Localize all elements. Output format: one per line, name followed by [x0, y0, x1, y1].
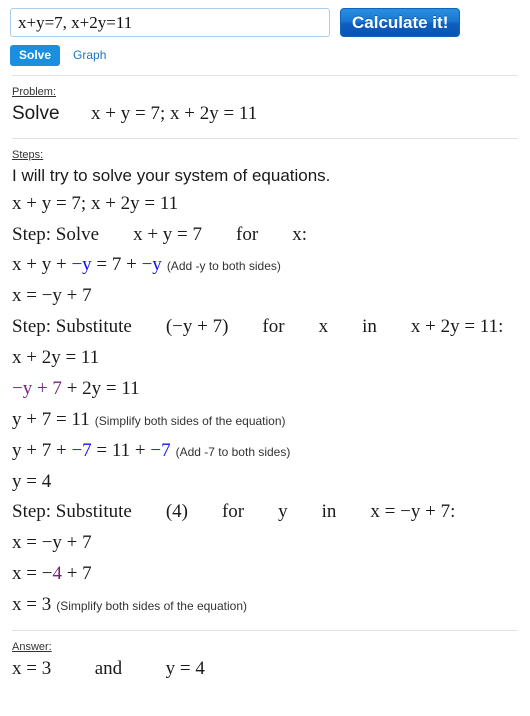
step-subject: x	[318, 316, 329, 338]
step-note: (Simplify both sides of the equation)	[56, 599, 247, 614]
step-note: (Add -y to both sides)	[166, 259, 281, 274]
step-subject: x:	[292, 223, 307, 245]
step-highlight-2: −y	[141, 254, 162, 276]
step-prep: for	[262, 316, 285, 338]
step-expr-pre: x + y +	[12, 254, 72, 276]
step-expr-post: + 7	[61, 563, 92, 585]
step-target: x + y = 7	[133, 223, 203, 245]
step-note: (Add -7 to both sides)	[175, 444, 291, 459]
step-line-subst-4: x = −4 + 7	[12, 559, 518, 590]
step-line-step2-head: Step: Substitute (−y + 7) for x in x + 2y = 1…	[12, 312, 518, 343]
problem-label: Problem:	[12, 86, 57, 98]
step-line-step1-head: Step: Solve x + y = 7 for x:	[12, 220, 518, 251]
step-target-2: x + 2y = 11:	[410, 316, 504, 338]
step-expr-mid: = 11 +	[91, 439, 151, 461]
step-line-x-value: x = 3 (Simplify both sides of the equatio…	[12, 590, 518, 621]
calculate-button[interactable]: Calculate it!	[340, 8, 461, 37]
step-highlight: −7	[71, 439, 92, 461]
divider-top	[12, 75, 518, 76]
step-expr: y + 7 = 11	[12, 408, 90, 430]
step-prep: for	[236, 223, 259, 245]
step-highlight: −y	[71, 254, 92, 276]
step-line-restate: x + y = 7; x + 2y = 11	[12, 189, 518, 220]
step-prep-2: in	[321, 501, 337, 523]
tab-graph[interactable]: Graph	[64, 45, 115, 66]
problem-expression: x + y = 7; x + 2y = 11	[91, 103, 258, 124]
step-prep-2: in	[362, 316, 377, 338]
answer-label: Answer:	[12, 640, 52, 653]
step-expr-pre: y + 7 +	[12, 439, 72, 461]
step-expr: x + y = 7; x + 2y = 11	[12, 192, 179, 214]
step-note: (Simplify both sides of the equation)	[94, 413, 286, 428]
step-line-eq2: x + 2y = 11	[12, 343, 518, 374]
step-verb: Step: Substitute	[12, 316, 132, 338]
answer-y: y = 4	[165, 657, 205, 679]
divider-problem-steps	[12, 137, 518, 139]
step-highlight: −y + 7	[12, 377, 62, 399]
step-expr: x + 2y = 11	[12, 347, 100, 369]
step-line-step3-head: Step: Substitute (4) for y in x = −y + 7:	[12, 497, 518, 528]
step-target: (−y + 7)	[165, 316, 229, 338]
step-target-2: x = −y + 7:	[370, 501, 456, 523]
steps-list: x + y = 7; x + 2y = 11 Step: Solve x + y =…	[12, 189, 518, 621]
problem-statement: Solve x + y = 7; x + 2y = 11	[12, 100, 518, 129]
query-bar: Calculate it!	[0, 0, 530, 37]
step-expr: x = 3	[12, 594, 52, 616]
step-verb: Step: Substitute	[12, 501, 132, 523]
step-line-y-value: y = 4	[12, 467, 518, 498]
step-expr: x = −y + 7	[12, 532, 92, 554]
step-highlight-2: −7	[150, 439, 171, 461]
step-line-x-expr: x = −y + 7	[12, 528, 518, 559]
answer-conjunction: and	[94, 657, 123, 679]
step-prep: for	[221, 501, 245, 523]
step-line-subst-2: −y + 7 + 2y = 11	[12, 374, 518, 405]
tab-solve[interactable]: Solve	[10, 45, 61, 66]
answer-section: Answer: x = 3 and y = 4	[0, 641, 530, 684]
steps-intro: I will try to solve your system of equat…	[12, 165, 331, 185]
steps-label: Steps:	[12, 148, 44, 161]
step-expr: x = −y + 7	[12, 285, 92, 307]
step-target: (4)	[165, 501, 188, 523]
step-expr: y = 4	[12, 470, 52, 492]
step-line-add-neg-7: y + 7 + −7 = 11 + −7 (Add -7 to both side…	[12, 436, 518, 467]
expression-input[interactable]	[10, 8, 330, 37]
step-expr-post: + 2y = 11	[61, 377, 140, 399]
step-expr-pre: x = −	[12, 563, 53, 585]
problem-verb: Solve	[12, 103, 60, 124]
answer-x: x = 3	[12, 657, 52, 679]
step-line-solved-x: x = −y + 7	[12, 281, 518, 312]
step-highlight: 4	[52, 563, 62, 585]
mode-tabs: Solve Graph	[0, 37, 530, 66]
problem-section: Problem: Solve x + y = 7; x + 2y = 11	[0, 86, 530, 129]
step-expr-mid: = 7 +	[91, 254, 142, 276]
step-line-simplify-1: y + 7 = 11 (Simplify both sides of the eq…	[12, 405, 518, 436]
step-subject: y	[278, 501, 288, 523]
answer-statement: x = 3 and y = 4	[12, 655, 518, 684]
step-line-add-neg-y: x + y + −y = 7 + −y (Add -y to both sides…	[12, 250, 518, 281]
steps-section: Steps: I will try to solve your system o…	[0, 149, 530, 621]
divider-steps-answer	[12, 629, 518, 631]
step-verb: Step: Solve	[12, 223, 100, 245]
